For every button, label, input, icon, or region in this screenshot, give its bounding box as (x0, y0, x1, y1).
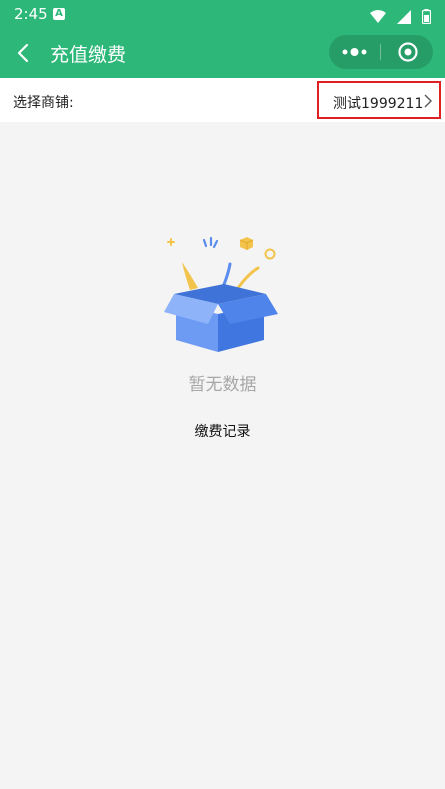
close-button[interactable] (381, 35, 433, 69)
shop-select-row: 选择商铺: 测试1999211 (0, 78, 445, 122)
close-circle-icon (398, 42, 418, 62)
back-button[interactable] (12, 41, 36, 65)
page-title: 充值缴费 (50, 44, 127, 66)
shop-label: 选择商铺: (13, 95, 74, 111)
shop-selector[interactable]: 测试1999211 (317, 81, 441, 119)
status-icons (364, 6, 431, 25)
chevron-right-icon (424, 94, 432, 108)
notification-icon: A (53, 8, 65, 20)
miniprogram-capsule (329, 35, 433, 69)
shop-value: 测试1999211 (333, 96, 424, 112)
empty-box-illustration (164, 236, 278, 352)
payment-record-link-row: 缴费记录 (0, 421, 445, 441)
payment-record-link[interactable]: 缴费记录 (195, 424, 251, 440)
wifi-icon (369, 10, 386, 23)
more-button[interactable] (329, 35, 380, 69)
more-dots-icon (342, 48, 367, 56)
status-time: 2:45 (14, 5, 48, 23)
battery-icon (422, 9, 431, 24)
status-bar: 2:45 A (0, 0, 445, 28)
nav-bar: 充值缴费 (0, 28, 445, 78)
empty-state-text: 暂无数据 (188, 375, 257, 395)
signal-icon (396, 9, 411, 24)
back-icon (17, 43, 29, 63)
